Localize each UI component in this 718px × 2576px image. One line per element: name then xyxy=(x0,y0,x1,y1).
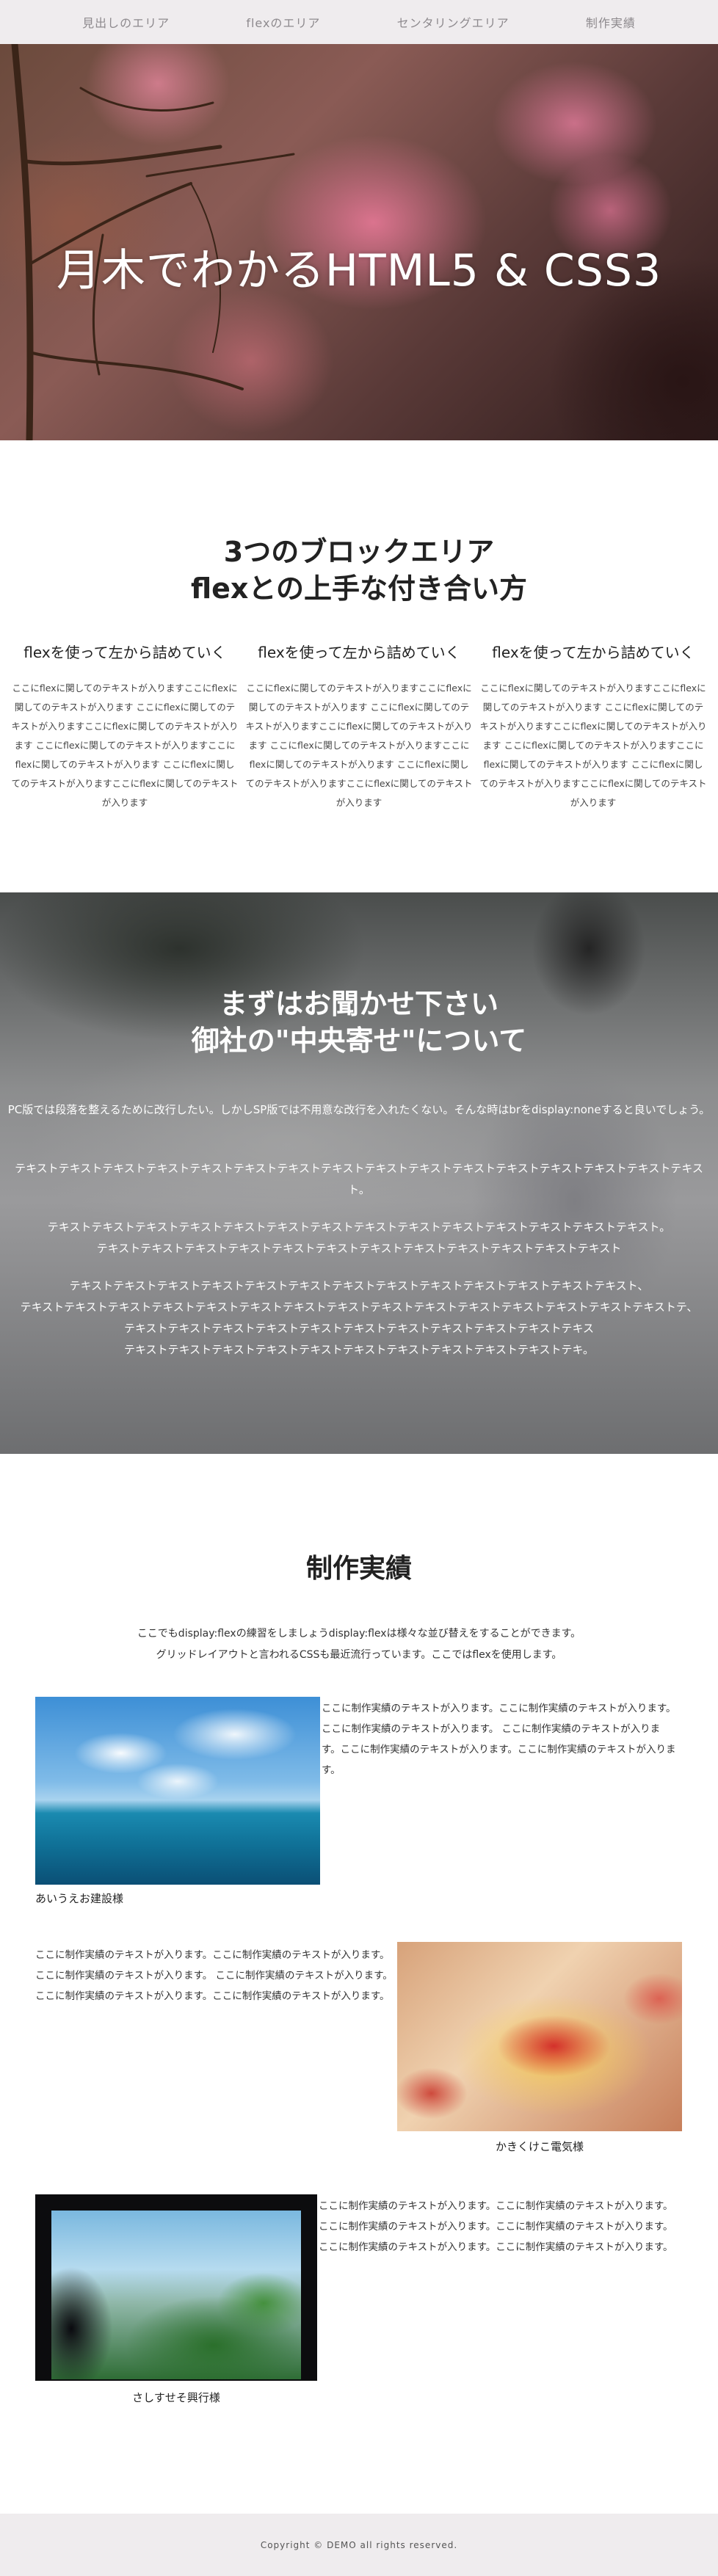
centering-paragraph-4-line4: テキストテキストテキストテキストテキストテキストテキストテキストテキストテキスト… xyxy=(124,1343,594,1356)
copyright-text: Copyright © DEMO all rights reserved. xyxy=(260,2539,458,2550)
footer: Copyright © DEMO all rights reserved. xyxy=(0,2514,718,2576)
centering-title-line1: まずはお聞かせ下さい xyxy=(219,987,498,1020)
work-image-sea xyxy=(35,1697,320,1885)
flex-block-text: ここにflexに関してのテキストが入りますここにflexに関してのテキストが入り… xyxy=(479,683,707,808)
flex-block-heading: flexを使って左から詰めていく xyxy=(258,644,460,661)
works-intro-line1: ここでもdisplay:flexの練習をしましょうdisplay:flexは様々… xyxy=(137,1628,581,1640)
centering-paragraph-3-line2: テキストテキストテキストテキストテキストテキストテキストテキストテキストテキスト… xyxy=(96,1242,622,1255)
centering-paragraph-2: テキストテキストテキストテキストテキストテキストテキストテキストテキストテキスト… xyxy=(15,1162,703,1196)
nav-item-works[interactable]: 制作実績 xyxy=(586,13,636,31)
work-image-cake xyxy=(397,1942,682,2131)
hero-section: 月木でわかるHTML5 & CSS3 xyxy=(0,44,718,440)
work-caption: あいうえお建設様 xyxy=(35,1892,124,1905)
centering-paragraph-4: テキストテキストテキストテキストテキストテキストテキストテキストテキストテキスト… xyxy=(0,1276,718,1361)
work-text: ここに制作実績のテキストが入ります。ここに制作実績のテキストが入ります。ここに制… xyxy=(35,1949,393,2002)
blocks-section-title: 3つのブロックエリア flexとの上手な付き合い方 xyxy=(0,534,718,607)
work-text: ここに制作実績のテキストが入ります。ここに制作実績のテキストが入ります。ここに制… xyxy=(322,1703,676,1776)
hero-title: 月木でわかるHTML5 & CSS3 xyxy=(56,245,662,297)
flex-block-1: flexを使って左から詰めていく ここにflexに関してのテキストが入りますここ… xyxy=(11,642,239,812)
centering-paragraph-3: テキストテキストテキストテキストテキストテキストテキストテキストテキストテキスト… xyxy=(0,1217,718,1259)
centering-paragraph-3-line1: テキストテキストテキストテキストテキストテキストテキストテキストテキストテキスト… xyxy=(47,1220,671,1234)
blocks-title-line2: flexとの上手な付き合い方 xyxy=(190,572,528,605)
works-title: 制作実績 xyxy=(305,1553,412,1584)
window-scene xyxy=(51,2211,301,2379)
top-nav: 見出しのエリア flexのエリア センタリングエリア 制作実績 xyxy=(0,0,718,44)
flex-block-3: flexを使って左から詰めていく ここにflexに関してのテキストが入りますここ… xyxy=(479,642,707,812)
centering-title: まずはお聞かせ下さい 御社の"中央寄せ"について xyxy=(0,986,718,1059)
blocks-title-line1: 3つのブロックエリア xyxy=(223,535,495,568)
flex-block-heading: flexを使って左から詰めていく xyxy=(23,644,226,661)
centering-section: まずはお聞かせ下さい 御社の"中央寄せ"について PC版では段落を整えるために改… xyxy=(0,892,718,1454)
flex-block-2: flexを使って左から詰めていく ここにflexに関してのテキストが入りますここ… xyxy=(245,642,473,812)
work-text: ここに制作実績のテキストが入ります。ここに制作実績のテキストが入ります。ここに制… xyxy=(319,2200,673,2253)
nav-item-flex-area[interactable]: flexのエリア xyxy=(246,13,320,31)
flex-block-text: ここにflexに関してのテキストが入りますここにflexに関してのテキストが入り… xyxy=(11,683,239,808)
centering-paragraph-4-line2: テキストテキストテキストテキストテキストテキストテキストテキストテキストテキスト… xyxy=(20,1300,698,1314)
work-caption: さしすせそ興行様 xyxy=(132,2391,220,2404)
nav-item-heading-area[interactable]: 見出しのエリア xyxy=(82,13,170,31)
centering-paragraph-4-line1: テキストテキストテキストテキストテキストテキストテキストテキストテキストテキスト… xyxy=(69,1279,649,1292)
centering-paragraph-4-line3: テキストテキストテキストテキストテキストテキストテキストテキストテキストテキスト… xyxy=(123,1322,595,1335)
centering-paragraph-1: PC版では段落を整えるために改行したい。しかしSP版では不用意な改行を入れたくな… xyxy=(7,1103,711,1116)
works-intro: ここでもdisplay:flexの練習をしましょうdisplay:flexは様々… xyxy=(0,1623,718,1666)
centering-title-line2: 御社の"中央寄せ"について xyxy=(191,1024,527,1057)
work-caption: かきくけこ電気様 xyxy=(495,2140,584,2153)
work-image-window xyxy=(35,2194,317,2381)
works-intro-line2: グリッドレイアウトと言われるCSSも最近流行っています。ここではflexを使用し… xyxy=(156,1649,562,1661)
nav-item-centering-area[interactable]: センタリングエリア xyxy=(397,13,510,31)
flex-block-text: ここにflexに関してのテキストが入りますここにflexに関してのテキストが入り… xyxy=(245,683,473,808)
flex-block-heading: flexを使って左から詰めていく xyxy=(492,644,695,661)
